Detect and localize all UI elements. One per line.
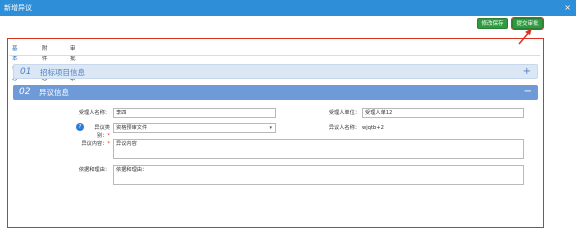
- recipient-unit-input[interactable]: 受理人单12: [362, 108, 524, 118]
- dialog-title: 新增异议: [4, 4, 32, 12]
- objection-content-textarea[interactable]: 异议内容: [113, 139, 524, 159]
- section-objection-info[interactable]: 02 异议信息 −: [13, 85, 538, 100]
- basis-label: 依据和理由：: [78, 167, 110, 173]
- dialog-title-bar: 新增异议 ×: [0, 0, 576, 16]
- objection-type-label: 异议类别：*: [94, 125, 110, 139]
- section-title: 招标项目信息: [40, 68, 85, 77]
- expand-icon[interactable]: +: [523, 65, 531, 79]
- section-tender-project[interactable]: 01 招标项目信息 +: [13, 64, 538, 79]
- recipient-unit-label: 受理人单位：: [328, 110, 360, 116]
- recipient-name-label: 受理人名称：: [78, 110, 110, 116]
- objection-type-select[interactable]: 资格预审文件: [113, 123, 276, 133]
- section-number: 01: [20, 67, 32, 77]
- objection-content-label: 异议内容：*: [81, 141, 110, 147]
- section-number: 02: [19, 87, 31, 97]
- basis-textarea[interactable]: 依据和理由：: [113, 165, 524, 185]
- submit-approval-button[interactable]: 提交审批: [511, 17, 544, 30]
- section-title: 异议信息: [39, 88, 69, 97]
- close-icon[interactable]: ×: [564, 0, 571, 16]
- recipient-name-input[interactable]: 李四: [113, 108, 276, 118]
- objector-name-label: 异议人名称：: [328, 125, 360, 131]
- objector-name-value: wjqtb+2: [362, 125, 384, 131]
- help-icon[interactable]: ?: [76, 123, 84, 131]
- save-button[interactable]: 修改保存: [477, 18, 508, 29]
- tab-divider: [9, 55, 540, 56]
- collapse-icon[interactable]: −: [524, 85, 532, 99]
